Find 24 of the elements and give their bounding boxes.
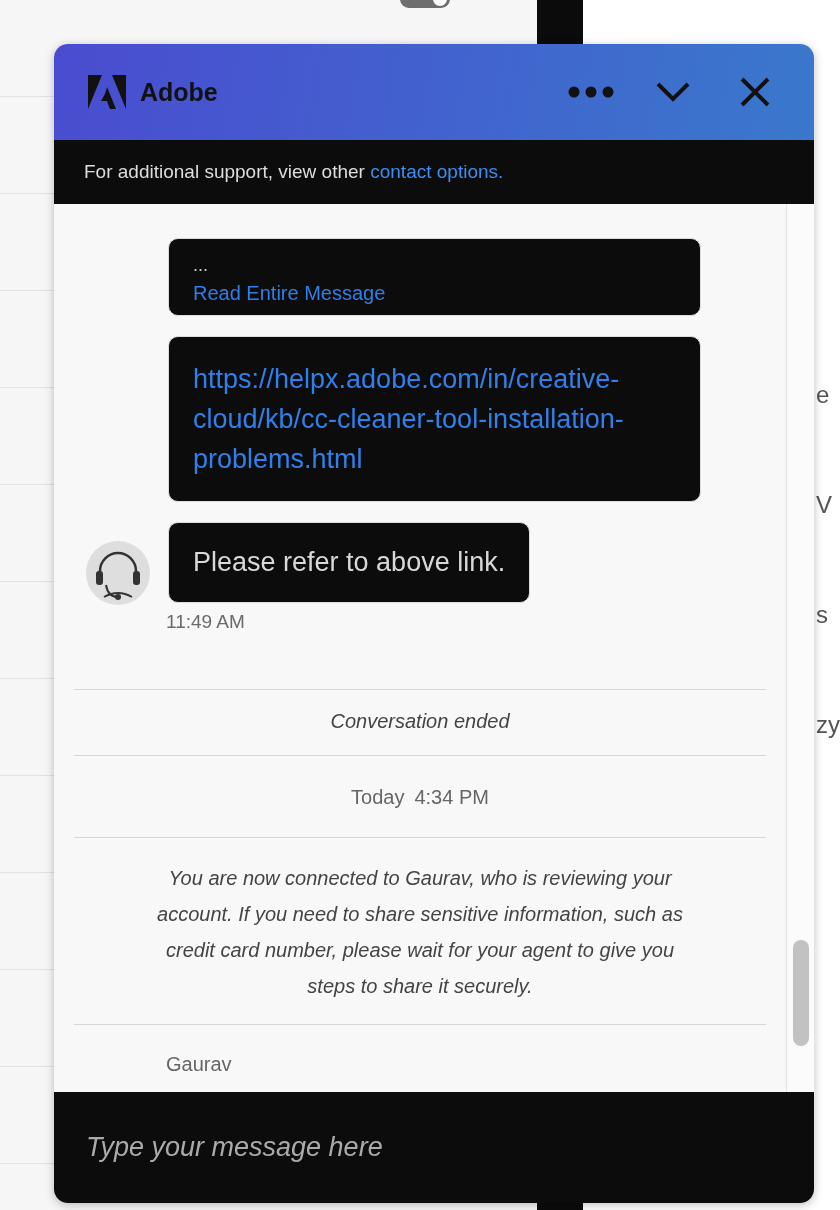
connection-notice: You are now connected to Gaurav, who is reviewing your account. If you need to share sensitive information, such as credit card number, please wait for your agent to give you steps to share it securely.	[74, 837, 766, 1025]
read-message-link[interactable]: Read Entire Message	[193, 282, 386, 305]
page-text: s	[816, 600, 828, 630]
message-text: ...	[193, 255, 209, 276]
conversation-status: Conversation ended	[74, 689, 766, 755]
close-icon	[740, 77, 770, 107]
scrollbar-thumb[interactable]	[792, 940, 809, 1046]
chevron-down-icon	[656, 82, 690, 102]
page-text: zy	[816, 710, 840, 740]
date-time: 4:34 PM	[414, 786, 489, 809]
contact-options-link[interactable]: contact options.	[370, 161, 504, 182]
date-label: Today	[351, 786, 405, 809]
sender-name: Gaurav	[166, 1053, 232, 1076]
page-text: e	[816, 380, 830, 410]
message-bubble: Please refer to above link.	[168, 522, 531, 603]
logo-text: Adobe	[140, 77, 218, 107]
agent-avatar-icon	[86, 541, 150, 605]
url-link[interactable]: https://helpx.adobe.com/in/creative-cloud/kb/cc-cleaner-tool-installation-problems.html	[193, 359, 676, 479]
more-icon	[568, 86, 614, 98]
support-notice: For additional support, view other contact options.	[84, 161, 504, 183]
message-input[interactable]: Type your message here	[54, 1092, 814, 1203]
logo-icon	[88, 75, 126, 109]
page-text: V	[816, 490, 832, 520]
message-time: 11:49 AM	[166, 611, 245, 633]
